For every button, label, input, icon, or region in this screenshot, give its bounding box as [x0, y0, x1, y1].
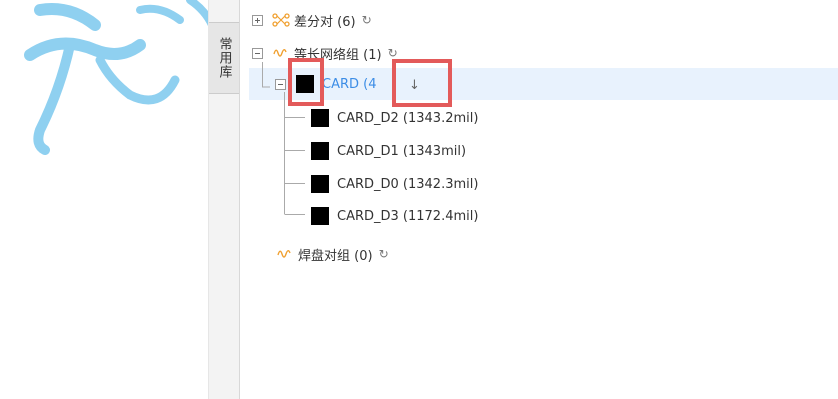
tree-item-diff-pairs[interactable]: 差分对 (6) ↻ — [252, 9, 372, 31]
wave-icon — [277, 250, 291, 258]
color-swatch[interactable] — [311, 207, 329, 225]
tree-item-label: CARD_D3 (1172.4mil) — [337, 208, 479, 224]
sidebar: 常用库 — [208, 0, 240, 399]
diff-pair-icon — [272, 13, 290, 27]
wave-icon — [273, 49, 287, 57]
refresh-icon[interactable]: ↻ — [388, 46, 398, 60]
collapse-icon[interactable] — [252, 47, 263, 59]
tree-item-label: 差分对 (6) — [294, 14, 356, 30]
tree-item-pad-pairs[interactable]: 焊盘对组 (0) ↻ — [276, 243, 389, 265]
refresh-icon[interactable]: ↻ — [362, 13, 372, 27]
watermark-image — [24, 0, 215, 155]
expand-icon[interactable] — [252, 14, 263, 26]
tree-item-card-d1[interactable]: CARD_D1 (1343mil) — [311, 140, 466, 162]
color-swatch[interactable] — [311, 109, 329, 127]
tree-item-card-d3[interactable]: CARD_D3 (1172.4mil) — [311, 205, 478, 227]
highlight-box-arrow — [392, 59, 452, 107]
tree-item-card-d0[interactable]: CARD_D0 (1342.3mil) — [311, 173, 478, 195]
tree-item-card-d2[interactable]: CARD_D2 (1343.2mil) — [311, 107, 478, 129]
tree-item-length-groups[interactable]: 等长网络组 (1) ↻ — [252, 42, 398, 64]
tree-item-label: CARD (4 — [322, 76, 377, 92]
tree-item-label: CARD_D2 (1343.2mil) — [337, 110, 479, 126]
tree-item-label: CARD_D0 (1342.3mil) — [337, 176, 479, 192]
sidebar-tab-label: 常用库 — [216, 37, 232, 79]
tree-item-label: CARD_D1 (1343mil) — [337, 143, 467, 159]
collapse-icon[interactable] — [275, 78, 286, 90]
color-swatch[interactable] — [311, 142, 329, 160]
sidebar-tab-common-library[interactable]: 常用库 — [209, 22, 239, 94]
refresh-icon[interactable]: ↻ — [379, 247, 389, 261]
color-swatch[interactable] — [311, 175, 329, 193]
tree-item-label: 焊盘对组 (0) — [298, 248, 373, 264]
highlight-box-swatch — [288, 58, 324, 106]
